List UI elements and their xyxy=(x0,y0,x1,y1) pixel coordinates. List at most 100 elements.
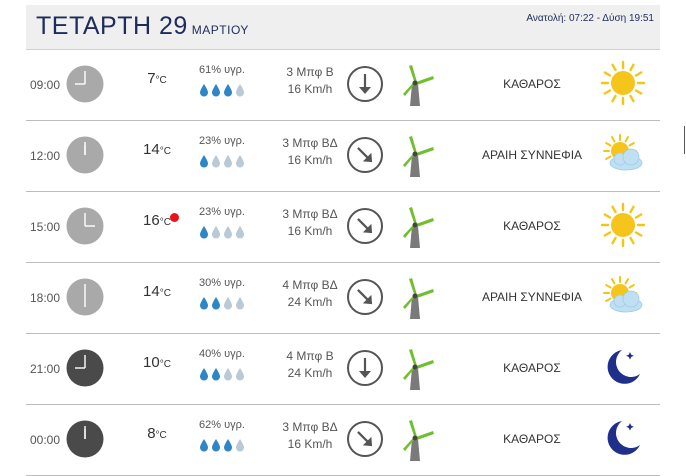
humidity-drop-icon xyxy=(211,225,221,239)
humidity-drop-icon xyxy=(235,438,245,452)
humidity-drop-icon xyxy=(223,367,233,381)
temperature-unit: °C xyxy=(155,75,167,86)
windmill-icon xyxy=(399,417,439,463)
day-header: ΤΕΤΑΡΤΗ 29 ΜΑΡΤΙΟΥ Ανατολή: 07:22 - Δύση … xyxy=(26,5,660,50)
humidity-text: 40% υγρ. xyxy=(199,348,245,360)
humidity-drop-icon xyxy=(211,154,221,168)
humidity-drop-icon xyxy=(199,438,209,452)
temperature: 14°C xyxy=(136,283,178,300)
temperature-value: 14 xyxy=(143,283,160,300)
temperature: 10°C xyxy=(136,354,178,371)
humidity-drop-icon xyxy=(199,83,209,97)
wind-direction-arrow-icon xyxy=(346,349,384,387)
humidity-drop-icon xyxy=(223,83,233,97)
humidity-drops xyxy=(192,296,252,310)
wind-info: 4 Μπφ Β 24 Km/h xyxy=(260,348,360,382)
clock-icon xyxy=(66,349,104,387)
windmill-icon xyxy=(399,346,439,392)
weather-description: ΑΡΑΙΗ ΣΥΝΝΕΦΙΑ xyxy=(481,148,583,162)
forecast-row: 12:00 14°C 23% υγρ. 3 Μπφ ΒΔ 16 Km/h ΑΡΑΙ… xyxy=(26,121,660,192)
temperature-unit: °C xyxy=(159,288,171,299)
wind-direction-arrow-icon xyxy=(346,420,384,458)
forecast-time: 21:00 xyxy=(30,362,61,376)
weather-description: ΚΑΘΑΡΟΣ xyxy=(503,219,561,233)
windmill-icon xyxy=(399,62,439,108)
scrollbar-edge[interactable] xyxy=(684,126,685,154)
forecast-time: 18:00 xyxy=(30,291,61,305)
weather-description: ΚΑΘΑΡΟΣ xyxy=(503,432,561,446)
moon-icon xyxy=(600,415,646,461)
clock-icon xyxy=(66,278,104,316)
wind-speed: 16 Km/h xyxy=(287,82,333,96)
wind-info: 3 Μπφ ΒΔ 16 Km/h xyxy=(260,206,360,240)
humidity-drop-icon xyxy=(235,296,245,310)
humidity-drop-icon xyxy=(223,225,233,239)
humidity-text: 23% υγρ. xyxy=(199,206,245,218)
wind-info: 4 Μπφ ΒΔ 24 Km/h xyxy=(260,277,360,311)
temperature: 8°C xyxy=(136,425,178,442)
temperature-value: 8 xyxy=(147,425,156,442)
humidity-drops xyxy=(192,438,252,452)
humidity-drop-icon xyxy=(199,154,209,168)
wind-direction-arrow-icon xyxy=(346,207,384,245)
humidity-drop-icon xyxy=(235,154,245,168)
weather-description: ΑΡΑΙΗ ΣΥΝΝΕΦΙΑ xyxy=(481,290,583,304)
forecast-time: 00:00 xyxy=(30,433,61,447)
temperature: 14°C xyxy=(136,141,178,158)
temperature-value: 14 xyxy=(143,141,160,158)
humidity-drop-icon xyxy=(223,438,233,452)
humidity-drop-icon xyxy=(235,83,245,97)
moon-icon xyxy=(600,344,646,390)
sun-icon xyxy=(600,60,646,106)
forecast-rows: 09:00 7°C 61% υγρ. 3 Μπφ Β 16 Km/h ΚΑΘΑΡΟ… xyxy=(26,50,660,476)
max-temp-dot-icon xyxy=(170,213,179,222)
forecast-time: 12:00 xyxy=(30,149,61,163)
wind-direction-arrow-icon xyxy=(346,278,384,316)
forecast-row: 09:00 7°C 61% υγρ. 3 Μπφ Β 16 Km/h ΚΑΘΑΡΟ… xyxy=(26,50,660,121)
humidity-drop-icon xyxy=(199,367,209,381)
sunrise-sunset: Ανατολή: 07:22 - Δύση 19:51 xyxy=(526,13,654,24)
month-label: ΜΑΡΤΙΟΥ xyxy=(191,23,249,37)
wind-direction-arrow-icon xyxy=(346,136,384,174)
day-title: ΤΕΤΑΡΤΗ 29 ΜΑΡΤΙΟΥ xyxy=(36,12,249,41)
temperature-value: 16 xyxy=(143,212,160,229)
humidity-drop-icon xyxy=(211,83,221,97)
temperature-value: 10 xyxy=(143,354,160,371)
forecast-row: 15:00 16°C 23% υγρ. 3 Μπφ ΒΔ 16 Km/h ΚΑΘΑ… xyxy=(26,192,660,263)
wind-beaufort: 4 Μπφ Β xyxy=(286,349,334,363)
forecast-row: 18:00 14°C 30% υγρ. 4 Μπφ ΒΔ 24 Km/h ΑΡΑΙ… xyxy=(26,263,660,334)
wind-info: 3 Μπφ ΒΔ 16 Km/h xyxy=(260,419,360,453)
forecast-time: 15:00 xyxy=(30,220,61,234)
wind-beaufort: 3 Μπφ ΒΔ xyxy=(282,420,338,434)
wind-beaufort: 3 Μπφ ΒΔ xyxy=(282,207,338,221)
wind-beaufort: 3 Μπφ ΒΔ xyxy=(282,136,338,150)
wind-speed: 16 Km/h xyxy=(287,224,333,238)
temperature-unit: °C xyxy=(159,146,171,157)
temperature-unit: °C xyxy=(155,430,167,441)
temperature: 7°C xyxy=(136,70,178,87)
sun-cloud-icon xyxy=(600,131,646,177)
clock-icon xyxy=(66,207,104,245)
humidity-drop-icon xyxy=(235,225,245,239)
windmill-icon xyxy=(399,275,439,321)
wind-beaufort: 3 Μπφ Β xyxy=(286,65,334,79)
wind-info: 3 Μπφ ΒΔ 16 Km/h xyxy=(260,135,360,169)
humidity-drop-icon xyxy=(199,225,209,239)
humidity-drops xyxy=(192,83,252,97)
humidity-text: 62% υγρ. xyxy=(199,419,245,431)
wind-speed: 16 Km/h xyxy=(287,437,333,451)
clock-icon xyxy=(66,136,104,174)
temperature-value: 7 xyxy=(147,70,156,87)
sun-cloud-icon xyxy=(600,273,646,319)
wind-beaufort: 4 Μπφ ΒΔ xyxy=(282,278,338,292)
clock-icon xyxy=(66,65,104,103)
sun-icon xyxy=(600,202,646,248)
wind-info: 3 Μπφ Β 16 Km/h xyxy=(260,64,360,98)
clock-icon xyxy=(66,420,104,458)
humidity-drops xyxy=(192,225,252,239)
humidity-drops xyxy=(192,154,252,168)
weather-description: ΚΑΘΑΡΟΣ xyxy=(503,77,561,91)
weather-description: ΚΑΘΑΡΟΣ xyxy=(503,361,561,375)
humidity-drop-icon xyxy=(211,367,221,381)
day-label: ΤΕΤΑΡΤΗ 29 xyxy=(36,12,188,40)
